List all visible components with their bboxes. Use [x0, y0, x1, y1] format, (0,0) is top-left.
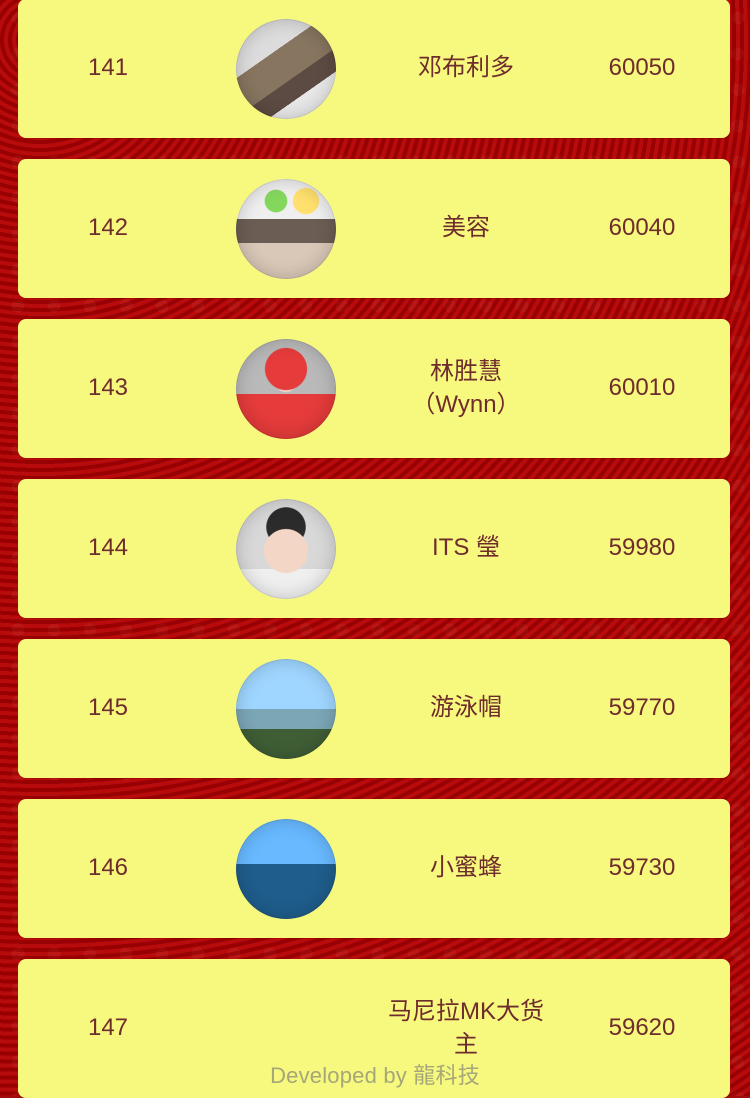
rank-label: 146 — [87, 854, 129, 882]
leaderboard-row[interactable]: 142 美容 60040 — [18, 159, 730, 298]
user-name: 林胜慧 （Wynn） — [411, 358, 521, 418]
rank-label: 145 — [87, 694, 129, 722]
leaderboard-row[interactable]: 145 游泳帽 59770 — [18, 639, 730, 778]
score-value: 60050 — [608, 54, 676, 82]
leaderboard-row[interactable]: 144 ITS 瑩 59980 — [18, 479, 730, 618]
user-name: 小蜜蜂 — [430, 854, 502, 882]
score-value: 60040 — [608, 214, 676, 242]
score-value: 59730 — [608, 854, 676, 882]
score-value: 59770 — [608, 694, 676, 722]
score-value: 59980 — [608, 534, 676, 562]
score-value: 59620 — [608, 1014, 676, 1042]
user-name: 邓布利多 — [418, 54, 514, 82]
rank-label: 143 — [87, 374, 129, 402]
avatar — [236, 498, 336, 599]
leaderboard-row[interactable]: 146 小蜜蜂 59730 — [18, 799, 730, 938]
score-value: 60010 — [608, 374, 676, 402]
rank-label: 141 — [87, 54, 129, 82]
user-name: 马尼拉MK大货 主 — [388, 998, 544, 1058]
user-name: 美容 — [442, 214, 490, 242]
leaderboard-row[interactable]: 143 林胜慧 （Wynn） 60010 — [18, 319, 730, 458]
avatar — [236, 818, 336, 919]
avatar — [236, 178, 336, 279]
user-name: ITS 瑩 — [431, 534, 500, 562]
rank-label: 147 — [87, 1014, 129, 1042]
developer-credit: Developed by 龍科技 — [270, 1063, 480, 1088]
user-name: 游泳帽 — [430, 694, 502, 722]
leaderboard-row[interactable]: 141 邓布利多 60050 — [18, 0, 730, 138]
rank-label: 144 — [87, 534, 129, 562]
avatar — [236, 18, 336, 119]
rank-label: 142 — [87, 214, 129, 242]
avatar — [236, 338, 336, 439]
avatar — [236, 658, 336, 759]
